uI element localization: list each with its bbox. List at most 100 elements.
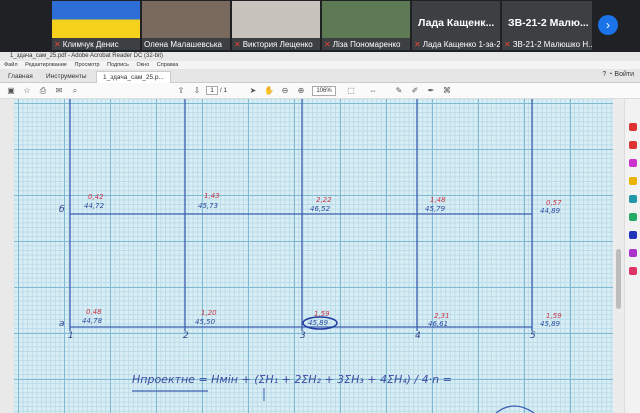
participant-video <box>322 1 410 38</box>
row-a-1-top: 0,48 <box>86 308 102 316</box>
menu-edit[interactable]: Редактирование <box>25 62 67 68</box>
col-label-2: 2 <box>183 331 189 341</box>
zoom-in-icon[interactable]: ⊕ <box>296 86 306 96</box>
row-b-3-bottom: 46,52 <box>310 205 331 213</box>
row-b-2-bottom: 45,73 <box>198 202 219 210</box>
col-label-4: 4 <box>415 331 421 341</box>
scroll-mode-icon[interactable]: ⇔ <box>368 86 378 96</box>
bookmark-icon[interactable]: ☆ <box>22 86 32 96</box>
row-a-2-top: 1,20 <box>201 309 217 317</box>
tab-bar: Главная Инструменты 1_здача_сам_25.p... … <box>0 69 640 83</box>
vertical-scrollbar[interactable] <box>613 99 624 413</box>
tab-home[interactable]: Главная <box>2 71 39 83</box>
menu-file[interactable]: Файл <box>4 62 18 68</box>
ink-mark <box>495 405 535 413</box>
print-icon[interactable]: ⎙ <box>38 86 48 96</box>
fit-icon[interactable]: ⬚ <box>346 86 356 96</box>
comment-tool-icon[interactable] <box>629 177 637 185</box>
row-b-5-top: 0,57 <box>546 199 562 207</box>
menu-help[interactable]: Справка <box>157 62 179 68</box>
mic-off-icon: ✕ <box>324 40 331 49</box>
participant-name: Лада Кащенко 1-за-2 <box>422 40 500 49</box>
participant-tile[interactable]: ✕ Лiза Пономаренко <box>322 1 410 50</box>
tab-document[interactable]: 1_здача_сам_25.p... <box>96 71 171 83</box>
signin-link[interactable]: Войти <box>614 71 634 78</box>
page-total: / 1 <box>219 87 228 94</box>
row-a-2-bottom: 45,50 <box>195 318 216 326</box>
menu-view[interactable]: Просмотр <box>75 62 100 68</box>
hand-icon[interactable]: ✋ <box>264 86 274 96</box>
page-input[interactable]: 1 <box>206 86 218 95</box>
row-a-5-bottom: 45,89 <box>540 320 561 328</box>
participant-tile[interactable]: ЗВ-21-2 Малю... ✕ ЗВ-21-2 Малюшко Н... <box>502 1 592 50</box>
window-title: 1_здача_сам_25.pdf - Adobe Acrobat Reade… <box>0 52 640 61</box>
fill-sign-icon[interactable] <box>629 249 637 257</box>
row-b-2-top: 1,43 <box>204 192 220 200</box>
more-tools-icon[interactable] <box>629 267 637 275</box>
participant-tile[interactable]: ✕ Виктория Лещенко <box>232 1 320 50</box>
row-b-1-bottom: 44,72 <box>84 202 105 210</box>
tab-tools[interactable]: Инструменты <box>40 71 93 83</box>
participant-video <box>142 1 230 38</box>
arrow-down-icon[interactable]: ⇩ <box>192 86 202 96</box>
row-a-3-bottom: 45,89 <box>308 319 329 327</box>
menu-sign[interactable]: Подпись <box>107 62 129 68</box>
menu-bar: Файл Редактирование Просмотр Подпись Окн… <box>0 61 640 69</box>
cursor-icon[interactable]: ➤ <box>248 86 258 96</box>
col-label-1: 1 <box>68 331 74 341</box>
video-call-strip: ✕ Климчук Денис Олена Малашевська ✕ Виктор… <box>0 0 640 52</box>
formula-text: Hпроектне = Hмін + (ΣH₁ + 2ΣH₂ + 3ΣH₃ + … <box>132 373 452 386</box>
participant-big-name: Лада Кащенк... <box>418 17 495 29</box>
mic-off-icon: ✕ <box>504 40 511 49</box>
participant-name: Климчук Денис <box>62 40 119 49</box>
stamp-icon[interactable]: ⌘ <box>442 86 452 96</box>
sign-icon[interactable]: ✒ <box>426 86 436 96</box>
zoom-field[interactable]: 106% <box>312 86 336 96</box>
save-icon[interactable]: ▣ <box>6 86 16 96</box>
row-b-1-top: 0,42 <box>88 193 104 201</box>
row-label-a: а <box>59 319 65 329</box>
left-gutter <box>0 99 14 413</box>
participant-tile[interactable]: Лада Кащенк... ✕ Лада Кащенко 1-за-2 <box>412 1 500 50</box>
edit-pdf-icon[interactable] <box>629 159 637 167</box>
tools-panel <box>624 99 640 413</box>
bell-icon[interactable]: ◔ <box>608 71 612 78</box>
participant-name: Виктория Лещенко <box>242 40 313 49</box>
zoom-out-icon[interactable]: ⊖ <box>280 86 290 96</box>
search-icon[interactable]: ⌕ <box>70 86 80 96</box>
participant-video <box>52 1 140 38</box>
combine-icon[interactable] <box>629 195 637 203</box>
export-pdf-icon[interactable] <box>629 123 637 131</box>
create-pdf-icon[interactable] <box>629 141 637 149</box>
participant-tile[interactable]: ✕ Климчук Денис <box>52 1 140 50</box>
chevron-right-icon[interactable]: › <box>598 15 618 35</box>
comment-icon[interactable]: ✎ <box>394 86 404 96</box>
highlight-icon[interactable]: ✐ <box>410 86 420 96</box>
arrow-up-icon[interactable]: ⇧ <box>176 86 186 96</box>
col-label-5: 5 <box>530 331 536 341</box>
row-b-4-bottom: 45,79 <box>425 205 446 213</box>
menu-window[interactable]: Окно <box>136 62 149 68</box>
participant-tile[interactable]: Олена Малашевська <box>142 1 230 50</box>
row-label-b: б <box>59 205 65 215</box>
scroll-thumb[interactable] <box>616 249 621 309</box>
row-b-4-top: 1,48 <box>430 196 446 204</box>
toolbar: ▣ ☆ ⎙ ✉ ⌕ ⇧ ⇩ 1 / 1 ➤ ✋ ⊖ ⊕ 106% ⬚ ⇔ ✎ ✐… <box>0 83 640 99</box>
row-a-4-top: 2,31 <box>434 312 450 320</box>
protect-icon[interactable] <box>629 231 637 239</box>
mic-off-icon: ✕ <box>234 40 241 49</box>
mic-off-icon: ✕ <box>414 40 421 49</box>
pdf-page[interactable]: б а 1 2 3 4 5 0,42 44,72 1,43 45,73 2,22… <box>14 99 613 413</box>
mail-icon[interactable]: ✉ <box>54 86 64 96</box>
grid-drawing <box>69 99 535 413</box>
row-a-4-bottom: 46,61 <box>428 320 449 328</box>
participant-name: ЗВ-21-2 Малюшко Н... <box>512 40 592 49</box>
row-b-5-bottom: 44,89 <box>540 207 561 215</box>
help-icon[interactable]: ? <box>602 71 606 78</box>
row-a-1-bottom: 44,78 <box>82 317 103 325</box>
row-b-3-top: 2,22 <box>316 196 332 204</box>
participant-big-name: ЗВ-21-2 Малю... <box>508 17 589 29</box>
col-label-3: 3 <box>300 331 306 341</box>
participant-video <box>232 1 320 38</box>
organize-icon[interactable] <box>629 213 637 221</box>
